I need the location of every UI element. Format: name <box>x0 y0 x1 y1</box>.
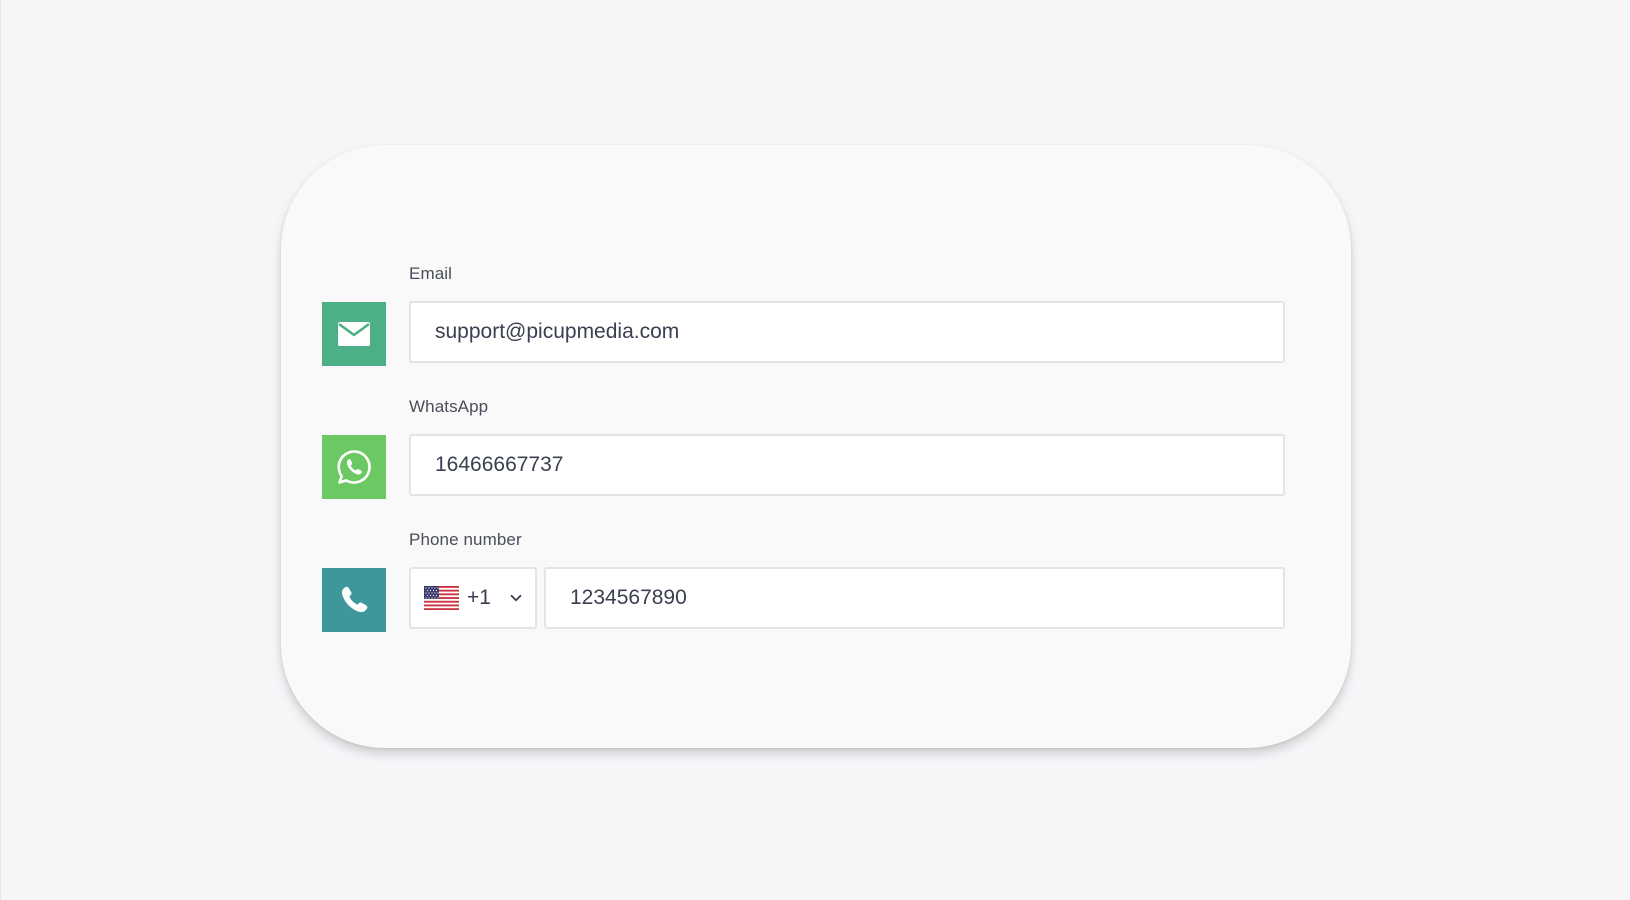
envelope-icon <box>338 322 370 346</box>
email-label: Email <box>409 264 453 283</box>
chevron-down-icon <box>510 594 522 602</box>
email-row: Email <box>322 264 1285 376</box>
phone-icon <box>341 586 368 613</box>
us-flag-icon <box>424 586 459 610</box>
contact-card: Email WhatsApp Phone number <box>281 145 1351 748</box>
email-icon-tile <box>322 302 386 366</box>
phone-icon-tile <box>322 568 386 632</box>
phone-number-field[interactable] <box>544 567 1285 629</box>
dial-code: +1 <box>467 586 491 609</box>
phone-row: Phone number +1 <box>322 530 1285 642</box>
whatsapp-label: WhatsApp <box>409 397 489 416</box>
whatsapp-field[interactable] <box>409 434 1285 496</box>
phone-label: Phone number <box>409 530 522 549</box>
whatsapp-row: WhatsApp <box>322 397 1285 509</box>
email-field[interactable] <box>409 301 1285 363</box>
page-edge <box>0 0 1 900</box>
whatsapp-icon <box>337 450 371 484</box>
whatsapp-icon-tile <box>322 435 386 499</box>
country-code-select[interactable]: +1 <box>409 567 537 629</box>
